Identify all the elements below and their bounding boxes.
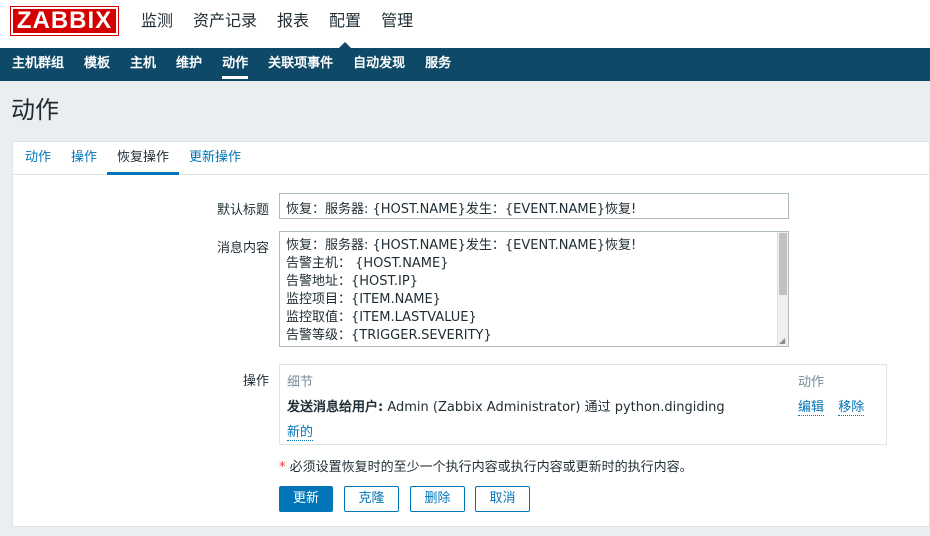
requirement-note-text: 必须设置恢复时的至少一个执行内容或执行内容或更新时的执行内容。 <box>285 460 693 475</box>
submenu-host-groups[interactable]: 主机群组 <box>2 48 74 81</box>
cancel-button[interactable]: 取消 <box>475 486 530 512</box>
edit-link[interactable]: 编辑 <box>798 400 825 416</box>
default-subject-label: 默认标题 <box>216 203 269 218</box>
submenu-actions[interactable]: 动作 <box>212 48 258 81</box>
top-menu-configuration[interactable]: 配置 <box>319 0 371 48</box>
requirement-note: * 必须设置恢复时的至少一个执行内容或执行内容或更新时的执行内容。 <box>279 456 693 475</box>
remove-link[interactable]: 移除 <box>838 400 865 416</box>
tab-operations[interactable]: 操作 <box>61 142 107 174</box>
message-label: 消息内容 <box>216 241 269 256</box>
submenu-maintenance[interactable]: 维护 <box>166 48 212 81</box>
tab-recovery-operations[interactable]: 恢复操作 <box>107 142 180 175</box>
zabbix-logo[interactable]: ZABBIX <box>10 6 119 36</box>
operation-actions: 编辑 移除 <box>798 396 865 416</box>
top-menu-reports[interactable]: 报表 <box>267 0 319 44</box>
tab-update-operations[interactable]: 更新操作 <box>179 142 251 174</box>
message-line: 监控取值：{ITEM.LASTVALUE} <box>286 310 477 325</box>
operation-row: 发送消息给用户: Admin (Zabbix Administrator) 通过… <box>287 396 725 415</box>
update-button[interactable]: 更新 <box>279 486 333 512</box>
delete-button[interactable]: 删除 <box>410 486 465 512</box>
message-line: 告警主机： {HOST.NAME} <box>286 256 449 271</box>
submenu-discovery[interactable]: 自动发现 <box>343 48 415 81</box>
submenu-event-correlation[interactable]: 关联项事件 <box>258 48 343 81</box>
new-operation-link[interactable]: 新的 <box>287 425 314 441</box>
resize-grip-icon[interactable]: ◢ <box>779 337 787 345</box>
submenu-templates[interactable]: 模板 <box>74 48 120 81</box>
clone-button[interactable]: 克隆 <box>344 486 399 512</box>
operations-col-action: 动作 <box>798 375 825 390</box>
new-operation: 新的 <box>287 421 314 441</box>
message-scrollbar[interactable] <box>777 232 788 346</box>
message-line: 告警等级：{TRIGGER.SEVERITY} <box>286 328 492 343</box>
message-line: 监控项目：{ITEM.NAME} <box>286 292 441 307</box>
page-title: 动作 <box>11 96 59 124</box>
default-subject-input[interactable]: 恢复：服务器: {HOST.NAME}发生：{EVENT.NAME}恢复! <box>279 193 789 219</box>
operation-detail: Admin (Zabbix Administrator) 通过 python.d… <box>383 400 725 415</box>
submenu-services[interactable]: 服务 <box>415 48 461 81</box>
top-header: ZABBIX 监测 资产记录 报表 配置 管理 <box>0 0 930 48</box>
submenu-hosts[interactable]: 主机 <box>120 48 166 81</box>
operations-label: 操作 <box>242 374 269 389</box>
sub-menu: 主机群组 模板 主机 维护 动作 关联项事件 自动发现 服务 <box>0 48 930 81</box>
tab-action[interactable]: 动作 <box>15 142 61 174</box>
top-menu-administration[interactable]: 管理 <box>371 0 423 44</box>
form-panel: 动作 操作 恢复操作 更新操作 默认标题 恢复：服务器: {HOST.NAME}… <box>12 141 930 527</box>
scrollbar-thumb[interactable] <box>779 233 787 295</box>
top-menu-monitoring[interactable]: 监测 <box>131 0 183 44</box>
operations-table: 细节 动作 发送消息给用户: Admin (Zabbix Administrat… <box>279 364 887 445</box>
form-tabs: 动作 操作 恢复操作 更新操作 <box>13 142 929 175</box>
top-menu: 监测 资产记录 报表 配置 管理 <box>131 0 423 48</box>
message-line: 恢复：服务器: {HOST.NAME}发生：{EVENT.NAME}恢复! <box>286 238 637 253</box>
operations-col-details: 细节 <box>287 375 314 390</box>
operation-type: 发送消息给用户: <box>287 400 384 415</box>
top-menu-inventory[interactable]: 资产记录 <box>183 0 267 44</box>
message-line: 告警地址：{HOST.IP} <box>286 274 419 289</box>
message-textarea[interactable]: 恢复：服务器: {HOST.NAME}发生：{EVENT.NAME}恢复! 告警… <box>279 231 789 347</box>
